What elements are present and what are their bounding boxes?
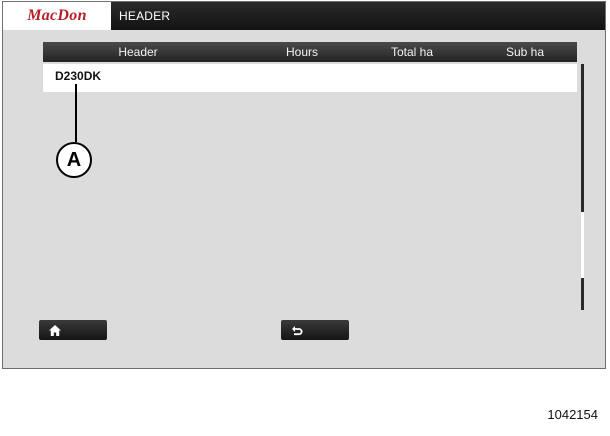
figure: MacDon HEADER Header Hours Total ha Sub … [0, 0, 610, 436]
display-screen: MacDon HEADER Header Hours Total ha Sub … [2, 1, 606, 369]
callout-label: A [56, 142, 92, 178]
back-arrow-icon [289, 320, 305, 340]
back-button[interactable] [281, 320, 349, 340]
column-header-sub-ha[interactable]: Sub ha [473, 42, 577, 62]
scrollbar-thumb[interactable] [581, 212, 584, 278]
column-header-header[interactable]: Header [43, 42, 233, 62]
table-header: Header Hours Total ha Sub ha [43, 42, 577, 62]
scrollbar[interactable] [581, 64, 584, 310]
column-header-total-ha[interactable]: Total ha [357, 42, 467, 62]
table-row[interactable]: D230DK [43, 64, 577, 92]
brand-logo: MacDon [3, 2, 111, 30]
figure-number: 1042154 [547, 407, 598, 422]
screen-title: HEADER [119, 9, 171, 23]
header-name-cell: D230DK [55, 69, 102, 83]
home-button[interactable] [39, 320, 107, 340]
brand-name: MacDon [27, 7, 87, 24]
home-icon [47, 320, 63, 340]
top-bar: MacDon HEADER [3, 2, 605, 30]
column-header-hours[interactable]: Hours [257, 42, 347, 62]
callout-leader-line [75, 84, 77, 142]
